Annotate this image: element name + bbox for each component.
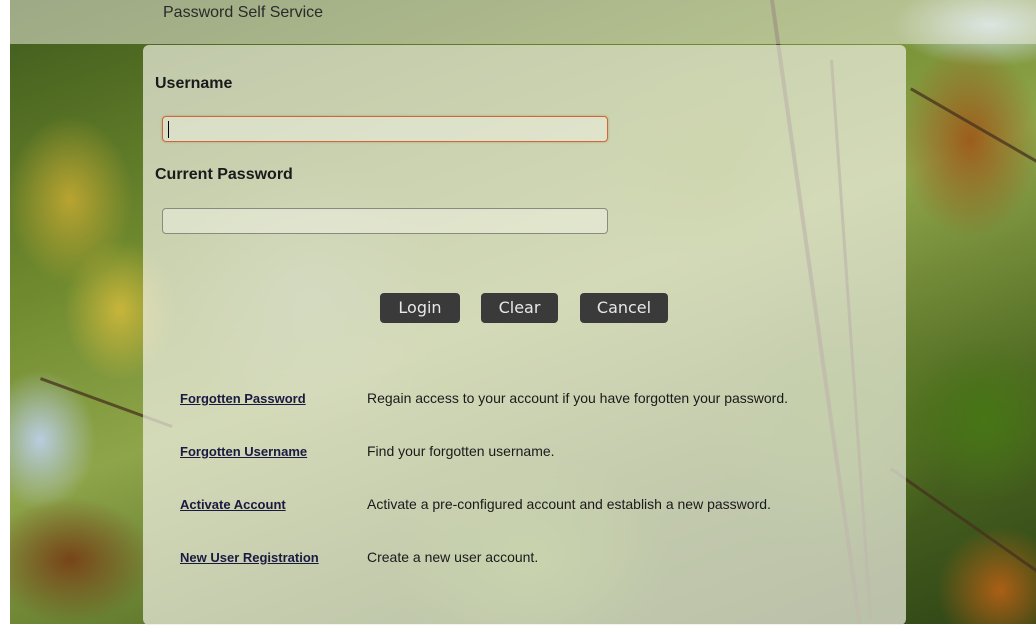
text-cursor <box>168 121 169 138</box>
cancel-button[interactable]: Cancel <box>580 293 668 323</box>
forgotten-username-link[interactable]: Forgotten Username <box>180 444 307 459</box>
page: Password Self Service Username Current P… <box>0 0 1036 629</box>
activate-account-description: Activate a pre-configured account and es… <box>367 496 771 512</box>
forgotten-password-link[interactable]: Forgotten Password <box>180 391 306 406</box>
forgotten-username-description: Find your forgotten username. <box>367 443 555 459</box>
forgotten-password-description: Regain access to your account if you hav… <box>367 390 789 406</box>
new-user-registration-description: Create a new user account. <box>367 549 539 565</box>
current-password-label: Current Password <box>155 166 293 183</box>
username-input[interactable] <box>162 116 608 142</box>
login-button[interactable]: Login <box>380 293 460 323</box>
new-user-registration-link[interactable]: New User Registration <box>180 550 319 565</box>
clear-button[interactable]: Clear <box>481 293 558 323</box>
login-panel: Username Current Password Login Clear Ca… <box>143 45 906 625</box>
activate-account-link[interactable]: Activate Account <box>180 497 286 512</box>
current-password-input[interactable] <box>162 208 608 234</box>
header-bar: Password Self Service <box>10 0 1036 44</box>
app-title: Password Self Service <box>163 4 324 21</box>
username-label: Username <box>155 75 233 92</box>
